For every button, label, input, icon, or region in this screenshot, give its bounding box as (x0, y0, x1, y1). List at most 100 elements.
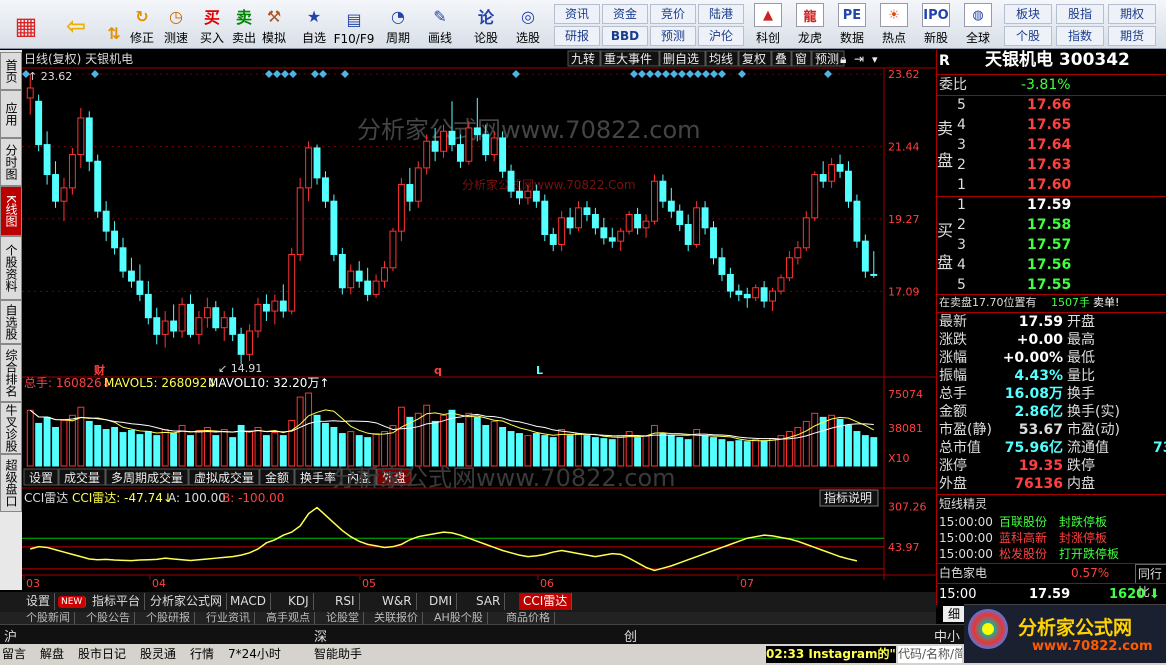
info-tab-4[interactable]: 高手观点 (262, 612, 315, 624)
event-marker[interactable]: q (434, 364, 442, 377)
toolbar-button-ipo[interactable]: IPO 新股 (916, 2, 956, 46)
toolbar-button-dragon[interactable]: 龍龙虎 (790, 2, 830, 46)
indicator-tab-7[interactable]: W&R (378, 593, 417, 610)
info-tab-2[interactable]: 个股研报 (142, 612, 195, 624)
status-item-0[interactable]: 留言 (2, 646, 26, 663)
sector-compare-button[interactable]: 同行比 (1135, 564, 1166, 599)
indicator-tab-8[interactable]: DMI (425, 593, 458, 610)
info-tab-6[interactable]: 关联报价 (370, 612, 423, 624)
toolbar-button-hot[interactable]: ☀ 热点 (874, 2, 914, 46)
sell-price[interactable]: 17.65 (1027, 116, 1071, 134)
buy-price[interactable]: 17.58 (1027, 216, 1071, 234)
toolbar-button-talk[interactable]: 论论股 (468, 2, 504, 46)
news-ticker[interactable]: 02:33 Instagram的"i (766, 646, 896, 663)
toolbar-market-0[interactable]: 板块 (1004, 4, 1052, 24)
stock-search-input[interactable]: 代码/名称/简 (898, 646, 962, 663)
indicator-tab-2[interactable]: 指标平台 (88, 593, 146, 610)
market-2[interactable]: 创 (624, 626, 637, 645)
status-item-1[interactable]: 解盘 (40, 646, 64, 663)
toolbar-market-4[interactable]: 指数 (1056, 26, 1104, 46)
kline-chart-svg[interactable]: 日线(复权) 天银机电 九转 重大事件 删自选 均线 复权叠窗预测 🔒︎ ⇥ ▾ 23.62 21.… (22, 50, 936, 590)
info-tab-0[interactable]: 个股新闻 (22, 612, 75, 624)
left-tab-0[interactable]: 首页 (0, 52, 22, 90)
left-tab-1[interactable]: 应用 (0, 90, 22, 138)
status-item-6[interactable]: 智能助手 (314, 646, 362, 663)
toolbar-button-refresh[interactable]: ↻ 修正 (124, 2, 160, 46)
left-tab-3[interactable]: K线图 (0, 186, 22, 236)
sell-price[interactable]: 17.66 (1027, 96, 1071, 114)
event-marker[interactable]: 财 (93, 363, 105, 377)
lock-icon[interactable]: 🔒︎ (840, 52, 846, 66)
left-tab-8[interactable]: 超级盘口 (0, 454, 22, 512)
toolbar-market-1[interactable]: 股指 (1056, 4, 1104, 24)
status-item-5[interactable]: 7*24小时 (228, 646, 281, 663)
sector-name[interactable]: 白色家电 (939, 564, 987, 582)
toolbar-button-hammer[interactable]: ⚒ 模拟 (256, 2, 292, 46)
toolbar-small-7[interactable]: 沪伦 (698, 26, 744, 46)
toolbar-market-3[interactable]: 个股 (1004, 26, 1052, 46)
sell-price[interactable]: 17.63 (1027, 156, 1071, 174)
short-title[interactable]: 短线精灵 (939, 495, 987, 513)
toolbar-small-3[interactable]: 陆港 (698, 4, 744, 24)
info-tab-3[interactable]: 行业资讯 (202, 612, 255, 624)
dropdown-icon[interactable]: ▾ (872, 53, 878, 66)
event-marker[interactable]: L (536, 364, 543, 377)
toolbar-small-4[interactable]: 研报 (554, 26, 600, 46)
buy-price[interactable]: 17.55 (1027, 276, 1071, 294)
sell-price[interactable]: 17.64 (1027, 136, 1071, 154)
info-tab-5[interactable]: 论股堂 (322, 612, 364, 624)
toolbar-button-back[interactable]: ⇦ (54, 2, 98, 46)
indicator-tab-4[interactable]: MACD (226, 593, 271, 610)
buy-price[interactable]: 17.59 (1027, 196, 1071, 214)
toolbar-small-6[interactable]: 预测 (650, 26, 696, 46)
buy-price[interactable]: 17.57 (1027, 236, 1071, 254)
expand-icon[interactable]: ⇥ (854, 52, 864, 66)
toolbar-button-buy[interactable]: 买买入 (194, 2, 230, 46)
toolbar-button-grid[interactable]: ▦ (4, 2, 48, 46)
indicator-tab-3[interactable]: 分析家公式网 (146, 593, 228, 610)
toolbar-small-5[interactable]: BBD (602, 26, 648, 46)
left-tab-4[interactable]: 个股资料 (0, 236, 22, 300)
indicator-tab-5[interactable]: KDJ (284, 593, 314, 610)
buy-price[interactable]: 17.56 (1027, 256, 1071, 274)
info-tab-7[interactable]: AH股个股 (430, 612, 488, 624)
market-1[interactable]: 深 (314, 626, 327, 645)
toolbar-button-clock[interactable]: ◷ 测速 (158, 2, 194, 46)
chart-area[interactable]: 日线(复权) 天银机电 九转 重大事件 删自选 均线 复权叠窗预测 🔒︎ ⇥ ▾ 23.62 21.… (22, 50, 936, 590)
indicator-tab-9[interactable]: SAR (472, 593, 506, 610)
toolbar-small-0[interactable]: 资讯 (554, 4, 600, 24)
short-stock[interactable]: 松发股份 (999, 545, 1047, 563)
toolbar-small-2[interactable]: 竞价 (650, 4, 696, 24)
info-tab-1[interactable]: 个股公告 (82, 612, 135, 624)
market-0[interactable]: 沪 (4, 626, 17, 645)
indicator-tab-6[interactable]: RSI (331, 593, 360, 610)
left-tab-5[interactable]: 自选股 (0, 300, 22, 344)
indicator-tab-10[interactable]: CCI雷达 (519, 593, 573, 610)
volume-bar (246, 431, 253, 467)
toolbar-button-pen[interactable]: ✎ 画线 (422, 2, 458, 46)
sell-price[interactable]: 17.60 (1027, 176, 1071, 194)
indicator-tab-1[interactable]: NEW (58, 596, 87, 608)
left-tab-6[interactable]: 综合排名 (0, 344, 22, 402)
toolbar-small-1[interactable]: 资金 (602, 4, 648, 24)
toolbar-button-star[interactable]: ★ 自选 (296, 2, 332, 46)
indicator-tab-0[interactable]: 设置 (22, 593, 56, 610)
toolbar-button-cycle[interactable]: ◔ 周期 (380, 2, 416, 46)
left-tab-2[interactable]: 分时图 (0, 138, 22, 186)
market-sme[interactable]: 中小 (934, 626, 960, 645)
candle-body (743, 293, 751, 299)
toolbar-market-5[interactable]: 期货 (1108, 26, 1156, 46)
left-tab-7[interactable]: 牛叉诊股 (0, 402, 22, 454)
toolbar-button-pick[interactable]: ◎ 选股 (510, 2, 546, 46)
watermark: 分析家公式网www.70822.com (357, 116, 701, 144)
toolbar-button-f10[interactable]: ▤ F10/F9 (334, 2, 375, 47)
toolbar-button-globe[interactable]: ◍ 全球 (958, 2, 998, 46)
detail-tab[interactable]: 细 (943, 606, 965, 622)
status-item-3[interactable]: 股灵通 (140, 646, 176, 663)
status-item-4[interactable]: 行情 (190, 646, 214, 663)
info-tab-8[interactable]: 商品价格 (502, 612, 555, 624)
toolbar-market-2[interactable]: 期权 (1108, 4, 1156, 24)
status-item-2[interactable]: 股市日记 (78, 646, 126, 663)
toolbar-button-chart[interactable]: ▲ 科创 (748, 2, 788, 46)
toolbar-button-pe[interactable]: PE 数据 (832, 2, 872, 46)
